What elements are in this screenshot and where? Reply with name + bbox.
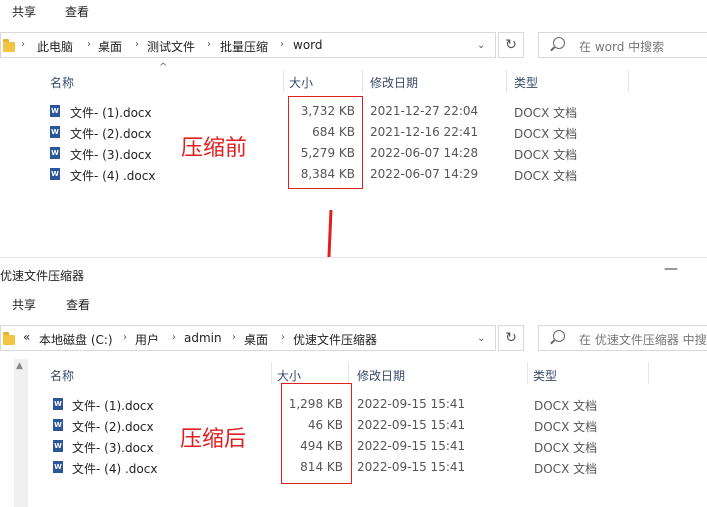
file-name: 文件- (4) .docx bbox=[72, 462, 158, 476]
word-document-icon bbox=[53, 398, 63, 410]
file-date: 2022-09-15 15:41 bbox=[357, 439, 466, 453]
column-header-size[interactable]: 大小 bbox=[289, 74, 313, 91]
column-header-size[interactable]: 大小 bbox=[277, 367, 301, 384]
chevron-right-icon[interactable]: › bbox=[232, 332, 236, 343]
size-highlight-box bbox=[281, 383, 352, 484]
file-date: 2021-12-27 22:04 bbox=[370, 104, 479, 118]
file-date: 2022-09-15 15:41 bbox=[357, 460, 466, 474]
chevron-right-icon[interactable]: › bbox=[123, 332, 127, 343]
word-document-icon bbox=[53, 461, 63, 473]
file-date: 2022-06-07 14:29 bbox=[370, 167, 479, 181]
file-date: 2022-06-07 14:28 bbox=[370, 146, 479, 160]
file-date: 2021-12-16 22:41 bbox=[370, 125, 479, 139]
chevron-down-icon[interactable]: ⌄ bbox=[477, 40, 485, 51]
file-name: 文件- (3).docx bbox=[70, 148, 152, 162]
folder-icon bbox=[3, 332, 15, 345]
menu-share[interactable]: 共享 bbox=[12, 3, 36, 20]
chevron-right-icon[interactable]: › bbox=[21, 39, 25, 50]
file-date: 2022-09-15 15:41 bbox=[357, 418, 466, 432]
file-name: 文件- (3).docx bbox=[72, 441, 154, 455]
word-document-icon bbox=[50, 168, 60, 180]
chevron-right-icon[interactable]: › bbox=[281, 332, 285, 343]
word-document-icon bbox=[53, 419, 63, 431]
file-type: DOCX 文档 bbox=[534, 462, 598, 476]
word-document-icon bbox=[50, 147, 60, 159]
file-type: DOCX 文档 bbox=[514, 169, 578, 183]
column-divider[interactable] bbox=[506, 70, 507, 92]
search-icon bbox=[553, 330, 565, 342]
file-type: DOCX 文档 bbox=[514, 106, 578, 120]
search-placeholder: 在 优速文件压缩器 中搜 bbox=[579, 333, 707, 347]
file-type: DOCX 文档 bbox=[514, 148, 578, 162]
column-divider[interactable] bbox=[648, 362, 649, 384]
column-divider[interactable] bbox=[362, 70, 363, 92]
chevron-right-icon[interactable]: › bbox=[172, 332, 176, 343]
folder-icon bbox=[3, 39, 15, 52]
column-header-type[interactable]: 类型 bbox=[533, 367, 557, 384]
address-bar[interactable]: › 此电脑 › 桌面 › 测试文件 › 批量压缩 › word ⌄ bbox=[0, 32, 496, 58]
column-header-modified[interactable]: 修改日期 bbox=[357, 367, 405, 384]
file-name: 文件- (4) .docx bbox=[70, 169, 156, 183]
column-header-name[interactable]: 名称 bbox=[50, 367, 74, 384]
file-type: DOCX 文档 bbox=[534, 420, 598, 434]
file-type: DOCX 文档 bbox=[514, 127, 578, 141]
annotation-before: 压缩前 bbox=[181, 136, 248, 161]
address-segment[interactable]: 批量压缩 bbox=[220, 38, 268, 55]
address-segment[interactable]: 本地磁盘 (C:) bbox=[39, 331, 113, 348]
file-type: DOCX 文档 bbox=[534, 441, 598, 455]
refresh-button[interactable]: ↻ bbox=[498, 32, 524, 58]
word-document-icon bbox=[53, 440, 63, 452]
chevron-right-icon[interactable]: › bbox=[135, 39, 139, 50]
file-name: 文件- (2).docx bbox=[72, 420, 154, 434]
chevron-down-icon[interactable]: ⌄ bbox=[477, 333, 485, 344]
address-segment[interactable]: admin bbox=[184, 331, 222, 345]
column-divider[interactable] bbox=[348, 362, 349, 384]
column-divider[interactable] bbox=[271, 362, 272, 384]
search-input[interactable]: 在 优速文件压缩器 中搜 bbox=[538, 325, 707, 351]
chevron-right-icon[interactable]: › bbox=[87, 39, 91, 50]
column-divider[interactable] bbox=[527, 362, 528, 384]
chevron-right-icon[interactable]: › bbox=[280, 39, 284, 50]
word-document-icon bbox=[50, 105, 60, 117]
address-segment[interactable]: 优速文件压缩器 bbox=[293, 331, 377, 348]
bottom-explorer-window: 优速文件压缩器 — 共享 查看 « 本地磁盘 (C:) › 用户 › admin… bbox=[0, 257, 707, 507]
file-date: 2022-09-15 15:41 bbox=[357, 397, 466, 411]
column-header-modified[interactable]: 修改日期 bbox=[370, 74, 418, 91]
search-placeholder: 在 word 中搜索 bbox=[579, 40, 665, 54]
minimize-button[interactable]: — bbox=[664, 261, 678, 277]
search-input[interactable]: 在 word 中搜索 bbox=[538, 32, 707, 58]
window-title: 优速文件压缩器 bbox=[0, 269, 85, 283]
address-bar[interactable]: « 本地磁盘 (C:) › 用户 › admin › 桌面 › 优速文件压缩器 … bbox=[0, 325, 496, 351]
column-header-name[interactable]: 名称 bbox=[50, 74, 74, 91]
menu-share[interactable]: 共享 bbox=[12, 296, 36, 313]
address-segment[interactable]: word bbox=[293, 38, 323, 52]
address-segment[interactable]: 用户 bbox=[135, 331, 159, 348]
column-header-type[interactable]: 类型 bbox=[514, 74, 538, 91]
menu-view[interactable]: 查看 bbox=[65, 3, 89, 20]
column-divider[interactable] bbox=[628, 70, 629, 92]
size-highlight-box bbox=[288, 96, 363, 189]
address-segment[interactable]: 桌面 bbox=[98, 38, 122, 55]
file-name: 文件- (2).docx bbox=[70, 127, 152, 141]
sort-up-icon: ^ bbox=[159, 62, 168, 73]
file-type: DOCX 文档 bbox=[534, 399, 598, 413]
address-segment[interactable]: 此电脑 bbox=[37, 38, 73, 55]
file-name: 文件- (1).docx bbox=[72, 399, 154, 413]
address-segment[interactable]: 桌面 bbox=[244, 331, 268, 348]
address-overflow-icon[interactable]: « bbox=[23, 330, 30, 344]
word-document-icon bbox=[50, 126, 60, 138]
chevron-right-icon[interactable]: › bbox=[207, 39, 211, 50]
scroll-up-icon[interactable]: ▲ bbox=[16, 361, 23, 371]
address-segment[interactable]: 测试文件 bbox=[147, 38, 195, 55]
column-divider[interactable] bbox=[283, 70, 284, 92]
menu-view[interactable]: 查看 bbox=[66, 296, 90, 313]
refresh-button[interactable]: ↻ bbox=[498, 325, 524, 351]
search-icon bbox=[553, 37, 565, 49]
annotation-after: 压缩后 bbox=[180, 427, 247, 452]
file-name: 文件- (1).docx bbox=[70, 106, 152, 120]
